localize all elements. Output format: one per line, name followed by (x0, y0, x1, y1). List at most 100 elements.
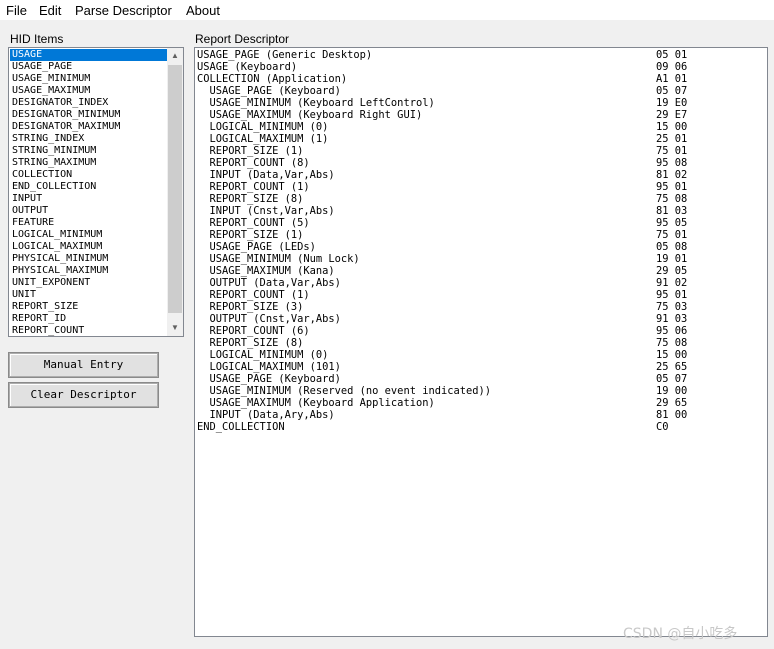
report-row-item: REPORT_SIZE (8) (197, 193, 304, 205)
list-item[interactable]: END_COLLECTION (10, 181, 167, 193)
list-item[interactable]: DESIGNATOR_INDEX (10, 97, 167, 109)
list-item[interactable]: COLLECTION (10, 169, 167, 181)
report-row[interactable]: LOGICAL_MAXIMUM (101) 25 65 (197, 361, 765, 373)
report-row-hex: 29 05 (656, 265, 688, 277)
report-row[interactable]: REPORT_COUNT (8) 95 08 (197, 157, 765, 169)
report-row[interactable]: INPUT (Data,Var,Abs) 81 02 (197, 169, 765, 181)
report-row-item: REPORT_COUNT (8) (197, 157, 310, 169)
report-row-item: USAGE_PAGE (Generic Desktop) (197, 49, 373, 61)
chevron-up-icon[interactable]: ▲ (167, 48, 183, 64)
list-item[interactable]: LOGICAL_MINIMUM (10, 229, 167, 241)
report-row-item: USAGE_MAXIMUM (Keyboard Right GUI) (197, 109, 423, 121)
report-row-item: INPUT (Cnst,Var,Abs) (197, 205, 335, 217)
report-row-item: REPORT_SIZE (1) (197, 229, 304, 241)
list-item[interactable]: UNIT (10, 289, 167, 301)
report-row-hex: 25 65 (656, 361, 688, 373)
report-row[interactable]: USAGE_MINIMUM (Reserved (no event indica… (197, 385, 765, 397)
report-row-hex: 15 00 (656, 349, 688, 361)
report-row[interactable]: INPUT (Cnst,Var,Abs) 81 03 (197, 205, 765, 217)
report-row-item: REPORT_SIZE (8) (197, 337, 304, 349)
report-row-item: END_COLLECTION (197, 421, 285, 433)
report-row[interactable]: USAGE_MINIMUM (Keyboard LeftControl) 19 E… (197, 97, 765, 109)
report-row[interactable]: USAGE_PAGE (Keyboard) 05 07 (197, 85, 765, 97)
list-item[interactable]: INPUT (10, 193, 167, 205)
report-row[interactable]: LOGICAL_MINIMUM (0) 15 00 (197, 121, 765, 133)
report-row[interactable]: END_COLLECTION C0 (197, 421, 765, 433)
list-item[interactable]: USAGE_MAXIMUM (10, 85, 167, 97)
list-scrollbar[interactable]: ▲ ▼ (167, 48, 183, 336)
report-row-item: USAGE_MAXIMUM (Keyboard Application) (197, 397, 435, 409)
clear-descriptor-button[interactable]: Clear Descriptor (8, 382, 159, 408)
report-row[interactable]: USAGE_MAXIMUM (Keyboard Application) 29 6… (197, 397, 765, 409)
menu-about[interactable]: About (186, 3, 220, 18)
report-row-hex: 05 07 (656, 85, 688, 97)
menu-bar: File Edit Parse Descriptor About (0, 0, 774, 20)
report-row-hex: 81 00 (656, 409, 688, 421)
menu-edit[interactable]: Edit (39, 3, 61, 18)
list-item[interactable]: UNIT_EXPONENT (10, 277, 167, 289)
report-row-hex: 09 06 (656, 61, 688, 73)
report-row[interactable]: REPORT_SIZE (1) 75 01 (197, 145, 765, 157)
list-item[interactable]: REPORT_SIZE (10, 301, 167, 313)
report-row[interactable]: USAGE_MINIMUM (Num Lock) 19 01 (197, 253, 765, 265)
list-item[interactable]: STRING_INDEX (10, 133, 167, 145)
report-row-item: INPUT (Data,Var,Abs) (197, 169, 335, 181)
list-item[interactable]: DESIGNATOR_MINIMUM (10, 109, 167, 121)
list-item[interactable]: FEATURE (10, 217, 167, 229)
report-row-item: USAGE_MAXIMUM (Kana) (197, 265, 335, 277)
menu-parse-descriptor[interactable]: Parse Descriptor (75, 3, 172, 18)
report-row[interactable]: REPORT_SIZE (1) 75 01 (197, 229, 765, 241)
report-row[interactable]: USAGE_PAGE (Keyboard) 05 07 (197, 373, 765, 385)
report-row[interactable]: LOGICAL_MAXIMUM (1) 25 01 (197, 133, 765, 145)
scroll-thumb[interactable] (168, 65, 182, 313)
list-item[interactable]: USAGE_PAGE (10, 61, 167, 73)
list-item[interactable]: PHYSICAL_MAXIMUM (10, 265, 167, 277)
report-descriptor-panel[interactable]: USAGE_PAGE (Generic Desktop) 05 01 USAGE (… (194, 47, 768, 637)
menu-file[interactable]: File (6, 3, 27, 18)
report-row[interactable]: REPORT_SIZE (3) 75 03 (197, 301, 765, 313)
report-row[interactable]: OUTPUT (Cnst,Var,Abs) 91 03 (197, 313, 765, 325)
hid-items-list[interactable]: USAGE USAGE_PAGE USAGE_MINIMUM USAGE_MAXIMU… (8, 47, 184, 337)
report-row-hex: 81 02 (656, 169, 688, 181)
report-row[interactable]: REPORT_COUNT (1) 95 01 (197, 289, 765, 301)
report-row[interactable]: USAGE_MAXIMUM (Kana) 29 05 (197, 265, 765, 277)
report-row-item: USAGE_PAGE (Keyboard) (197, 85, 341, 97)
report-row[interactable]: OUTPUT (Data,Var,Abs) 91 02 (197, 277, 765, 289)
report-row-item: OUTPUT (Cnst,Var,Abs) (197, 313, 341, 325)
report-row-hex: 75 08 (656, 193, 688, 205)
report-row-item: LOGICAL_MINIMUM (0) (197, 121, 329, 133)
report-row-hex: 75 01 (656, 229, 688, 241)
list-item[interactable]: USAGE_MINIMUM (10, 73, 167, 85)
report-row[interactable]: REPORT_SIZE (8) 75 08 (197, 337, 765, 349)
list-item[interactable]: OUTPUT (10, 205, 167, 217)
report-row[interactable]: USAGE (Keyboard) 09 06 (197, 61, 765, 73)
hid-items-label: HID Items (10, 32, 64, 46)
report-row[interactable]: USAGE_MAXIMUM (Keyboard Right GUI) 29 E7 (197, 109, 765, 121)
report-row-hex: 05 07 (656, 373, 688, 385)
list-item[interactable]: STRING_MINIMUM (10, 145, 167, 157)
report-row[interactable]: USAGE_PAGE (Generic Desktop) 05 01 (197, 49, 765, 61)
report-row[interactable]: REPORT_COUNT (5) 95 05 (197, 217, 765, 229)
list-item[interactable]: USAGE (10, 49, 167, 61)
report-row-hex: 95 08 (656, 157, 688, 169)
report-row-item: REPORT_COUNT (1) (197, 289, 310, 301)
report-row[interactable]: USAGE_PAGE (LEDs) 05 08 (197, 241, 765, 253)
report-row[interactable]: REPORT_COUNT (6) 95 06 (197, 325, 765, 337)
list-item[interactable]: REPORT_COUNT (10, 325, 167, 336)
manual-entry-button[interactable]: Manual Entry (8, 352, 159, 378)
list-item[interactable]: REPORT_ID (10, 313, 167, 325)
hid-items-container: USAGE USAGE_PAGE USAGE_MINIMUM USAGE_MAXIMU… (10, 49, 167, 336)
report-row-item: LOGICAL_MAXIMUM (1) (197, 133, 329, 145)
report-row[interactable]: REPORT_SIZE (8) 75 08 (197, 193, 765, 205)
list-item[interactable]: PHYSICAL_MINIMUM (10, 253, 167, 265)
report-row[interactable]: COLLECTION (Application) A1 01 (197, 73, 765, 85)
chevron-down-icon[interactable]: ▼ (167, 320, 183, 336)
report-row[interactable]: LOGICAL_MINIMUM (0) 15 00 (197, 349, 765, 361)
report-row[interactable]: REPORT_COUNT (1) 95 01 (197, 181, 765, 193)
list-item[interactable]: LOGICAL_MAXIMUM (10, 241, 167, 253)
report-rows-container: USAGE_PAGE (Generic Desktop) 05 01 USAGE (… (197, 49, 765, 433)
list-item[interactable]: STRING_MAXIMUM (10, 157, 167, 169)
report-row-hex: 19 00 (656, 385, 688, 397)
report-row[interactable]: INPUT (Data,Ary,Abs) 81 00 (197, 409, 765, 421)
list-item[interactable]: DESIGNATOR_MAXIMUM (10, 121, 167, 133)
